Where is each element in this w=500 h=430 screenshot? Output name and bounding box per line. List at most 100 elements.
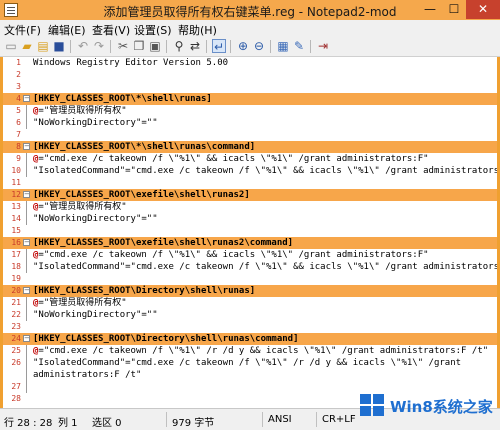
code-line[interactable]: 9 @="cmd.exe /c takeown /f \"%1\" && icac… [3, 153, 497, 165]
code-line[interactable]: 13 @="管理员取得所有权" [3, 201, 497, 213]
line-text: @="cmd.exe /c takeown /f \"%1\" && icacl… [33, 153, 429, 165]
line-content: ="cmd.exe /c takeown /f \"%1\" && icacls… [38, 154, 429, 164]
line-text: [HKEY_CLASSES_ROOT\Directory\shell\runas… [33, 285, 255, 297]
line-text: [HKEY_CLASSES_ROOT\exefile\shell\runas2] [33, 189, 250, 201]
line-content: "IsolatedCommand"="cmd.exe /c takeown /f… [33, 358, 462, 368]
fold-marker-icon[interactable]: − [23, 335, 30, 342]
code-line[interactable]: administrators:F /t" [3, 369, 497, 381]
schemes-icon[interactable]: ▦ [276, 39, 290, 53]
status-size: 979 字节 [172, 418, 215, 429]
code-line[interactable]: 23 [3, 321, 497, 333]
status-eol[interactable]: CR+LF [322, 414, 356, 425]
code-line[interactable]: 17 @="cmd.exe /c takeown /f \"%1\" && ica… [3, 249, 497, 261]
line-text: "IsolatedCommand"="cmd.exe /c takeown /f… [33, 261, 497, 273]
line-text: @="cmd.exe /c takeown /f \"%1\" && icacl… [33, 249, 429, 261]
code-line[interactable]: 19 [3, 273, 497, 285]
registry-key-line[interactable]: 4− [HKEY_CLASSES_ROOT\*\shell\runas] [3, 93, 497, 105]
code-line[interactable]: 26 "IsolatedCommand"="cmd.exe /c takeown … [3, 357, 497, 369]
code-line[interactable]: 6 "NoWorkingDirectory"="" [3, 117, 497, 129]
code-line[interactable]: 1 Windows Registry Editor Version 5.00 [3, 57, 497, 69]
status-separator [166, 412, 167, 427]
registry-key-line[interactable]: 16− [HKEY_CLASSES_ROOT\exefile\shell\runa… [3, 237, 497, 249]
word-wrap-icon[interactable]: ↵ [212, 39, 226, 54]
registry-key-line[interactable]: 12− [HKEY_CLASSES_ROOT\exefile\shell\runa… [3, 189, 497, 201]
replace-icon[interactable]: ⇄ [188, 39, 202, 53]
fold-marker-icon[interactable]: − [23, 287, 30, 294]
fold-marker-icon[interactable]: − [23, 191, 30, 198]
watermark: Win8系统之家 [360, 390, 500, 422]
exit-icon[interactable]: ⇥ [316, 39, 330, 53]
line-content: "IsolatedCommand"="cmd.exe /c takeown /f… [33, 166, 497, 176]
menu-file[interactable]: 文件(F) [4, 22, 41, 38]
fold-marker-icon[interactable]: − [23, 95, 30, 102]
menu-edit[interactable]: 编辑(E) [48, 22, 86, 38]
line-number: 28 [11, 394, 21, 403]
text-editor[interactable]: 1 Windows Registry Editor Version 5.00 2 3 4… [3, 57, 497, 408]
line-number: 24 [11, 334, 21, 343]
code-line[interactable]: 18 "IsolatedCommand"="cmd.exe /c takeown … [3, 261, 497, 273]
fold-marker-icon[interactable]: − [23, 143, 30, 150]
line-number: 15 [11, 226, 21, 235]
code-line[interactable]: 2 [3, 69, 497, 81]
line-content: [HKEY_CLASSES_ROOT\exefile\shell\runas2\… [33, 238, 294, 248]
line-number: 12 [11, 190, 21, 199]
line-content: Windows Registry Editor Version 5.00 [33, 58, 229, 68]
settings-icon[interactable]: ✎ [292, 39, 306, 53]
windows-logo-icon [360, 394, 386, 418]
code-line[interactable]: 10 "IsolatedCommand"="cmd.exe /c takeown … [3, 165, 497, 177]
line-number: 16 [11, 238, 21, 247]
paste-icon[interactable]: ▣ [148, 39, 162, 53]
code-line[interactable]: 3 [3, 81, 497, 93]
line-content: ="管理员取得所有权" [38, 106, 127, 116]
toolbar-separator [230, 40, 231, 53]
code-line[interactable]: 14 "NoWorkingDirectory"="" [3, 213, 497, 225]
toolbar-separator [206, 40, 207, 53]
cut-icon[interactable]: ✂ [116, 39, 130, 53]
line-text: @="管理员取得所有权" [33, 105, 127, 117]
save-icon[interactable]: ■ [52, 39, 66, 53]
line-content: "NoWorkingDirectory"="" [33, 214, 158, 224]
registry-key-line[interactable]: 20− [HKEY_CLASSES_ROOT\Directory\shell\ru… [3, 285, 497, 297]
code-line[interactable]: 22 "NoWorkingDirectory"="" [3, 309, 497, 321]
line-number: 22 [11, 310, 21, 319]
menu-help[interactable]: 帮助(H) [178, 22, 217, 38]
line-text: @="管理员取得所有权" [33, 297, 127, 309]
redo-icon[interactable]: ↷ [92, 39, 106, 53]
line-number: 11 [11, 178, 21, 187]
registry-key-line[interactable]: 8− [HKEY_CLASSES_ROOT\*\shell\runas\comma… [3, 141, 497, 153]
line-number: 23 [11, 322, 21, 331]
status-separator [262, 412, 263, 427]
copy-icon[interactable]: ❐ [132, 39, 146, 53]
menu-view[interactable]: 查看(V) [92, 22, 130, 38]
line-number: 7 [16, 130, 21, 139]
status-encoding[interactable]: ANSI [268, 414, 292, 425]
line-content: [HKEY_CLASSES_ROOT\*\shell\runas\command… [33, 142, 256, 152]
fold-marker-icon[interactable]: − [23, 239, 30, 246]
find-icon[interactable]: ⚲ [172, 39, 186, 53]
line-content: "NoWorkingDirectory"="" [33, 310, 158, 320]
browse-icon[interactable]: ▤ [36, 39, 50, 53]
toolbar-separator [166, 40, 167, 53]
new-icon[interactable]: ▭ [4, 39, 18, 53]
toolbar-separator [270, 40, 271, 53]
code-line[interactable]: 11 [3, 177, 497, 189]
menu-bar: 文件(F) 编辑(E) 查看(V) 设置(S) 帮助(H) [0, 20, 500, 37]
zoom-in-icon[interactable]: ⊕ [236, 39, 250, 53]
close-button[interactable]: ✕ [466, 0, 500, 19]
menu-settings[interactable]: 设置(S) [134, 22, 172, 38]
line-text: [HKEY_CLASSES_ROOT\*\shell\runas\command… [33, 141, 255, 153]
code-line[interactable]: 15 [3, 225, 497, 237]
status-position: 行 28 : 28 [4, 418, 53, 429]
open-icon[interactable]: ▰ [20, 39, 34, 53]
code-line[interactable]: 25 @="cmd.exe /c takeown /f \"%1\" /r /d … [3, 345, 497, 357]
code-line[interactable]: 21 @="管理员取得所有权" [3, 297, 497, 309]
undo-icon[interactable]: ↶ [76, 39, 90, 53]
line-number: 18 [11, 262, 21, 271]
zoom-out-icon[interactable]: ⊖ [252, 39, 266, 53]
line-content: ="cmd.exe /c takeown /f \"%1\" /r /d y &… [38, 346, 489, 356]
minimize-button[interactable]: — [418, 0, 442, 19]
maximize-button[interactable]: ☐ [442, 0, 466, 19]
code-line[interactable]: 5 @="管理员取得所有权" [3, 105, 497, 117]
registry-key-line[interactable]: 24− [HKEY_CLASSES_ROOT\Directory\shell\ru… [3, 333, 497, 345]
code-line[interactable]: 7 [3, 129, 497, 141]
